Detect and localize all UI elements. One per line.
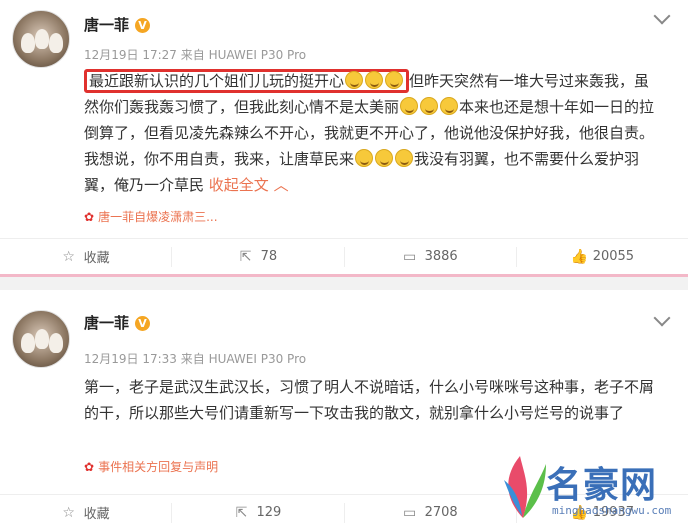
avatar-face [21, 333, 35, 353]
verified-badge-icon: V [135, 316, 151, 331]
topic-link[interactable]: ✿ 唐一菲自爆凌潇肃三... [84, 208, 218, 225]
grin-emoji-icon [400, 97, 419, 115]
share-icon: ⇱ [235, 504, 248, 521]
author-name-text: 唐一菲 [84, 16, 130, 34]
comment-count: 3886 [424, 249, 458, 264]
collect-button[interactable]: ☆ 收藏 [0, 502, 173, 523]
repost-button[interactable]: ⇱ 129 [172, 502, 345, 523]
star-icon: ☆ [62, 248, 75, 265]
collect-button[interactable]: ☆ 收藏 [0, 246, 173, 267]
avatar-face [35, 329, 49, 349]
post-separator [0, 274, 688, 290]
comment-button[interactable]: ▭ 3886 [345, 246, 517, 267]
chevron-down-icon[interactable] [653, 309, 671, 327]
topic-flower-icon: ✿ [84, 460, 95, 474]
thumbs-up-icon: 👍 [570, 248, 589, 265]
avatar[interactable] [12, 310, 70, 368]
post-meta: 12月19日 17:27 来自 HUAWEI P30 Pro [84, 48, 307, 62]
repost-button[interactable]: ⇱ 78 [172, 246, 345, 267]
chevron-down-icon[interactable] [653, 7, 671, 25]
topic-link[interactable]: ✿ 事件相关方回复与声明 [84, 458, 218, 475]
topic-flower-icon: ✿ [84, 210, 95, 224]
like-count: 20055 [592, 249, 635, 264]
like-button[interactable]: 👍 20055 [517, 247, 688, 267]
avatar[interactable] [12, 10, 70, 68]
weibo-post-1: 唐一菲 V 12月19日 17:27 来自 HUAWEI P30 Pro 最近跟新… [0, 0, 688, 274]
highlighted-text-content: 最近跟新认识的几个姐们儿玩的挺开心 [89, 72, 345, 90]
avatar-face [21, 33, 35, 53]
topic-text: 事件相关方回复与声明 [98, 460, 219, 474]
author-name-text: 唐一菲 [84, 314, 130, 332]
grin-emoji-icon [365, 71, 384, 89]
grin-emoji-icon [395, 149, 414, 167]
grin-emoji-icon [355, 149, 374, 167]
repost-count: 78 [260, 249, 278, 264]
star-icon: ☆ [62, 504, 75, 521]
comment-icon: ▭ [402, 504, 417, 521]
share-icon: ⇱ [239, 248, 252, 265]
grin-emoji-icon [375, 149, 394, 167]
comment-icon: ▭ [402, 248, 417, 265]
author-name[interactable]: 唐一菲 V [84, 14, 151, 35]
collapse-link[interactable]: 收起全文 ︿ [209, 176, 289, 194]
repost-count: 129 [256, 505, 282, 520]
comment-button[interactable]: ▭ 2708 [345, 502, 517, 523]
collect-label: 收藏 [83, 507, 110, 522]
avatar-face [49, 333, 63, 353]
comment-count: 2708 [424, 505, 458, 520]
avatar-face [49, 33, 63, 53]
grin-emoji-icon [440, 97, 459, 115]
grin-emoji-icon [385, 71, 404, 89]
collect-label: 收藏 [83, 251, 110, 266]
topic-text: 唐一菲自爆凌潇肃三... [98, 210, 218, 224]
author-name[interactable]: 唐一菲 V [84, 312, 151, 333]
watermark-url: minghaoshangwu.com [552, 504, 672, 517]
collapse-link-text: 收起全文 [208, 176, 269, 194]
highlighted-text: 最近跟新认识的几个姐们儿玩的挺开心 [84, 69, 410, 93]
grin-emoji-icon [420, 97, 439, 115]
avatar-face [35, 29, 49, 49]
grin-emoji-icon [345, 71, 364, 89]
leaf-logo-icon [504, 456, 546, 518]
action-bar: ☆ 收藏 ⇱ 78 ▭ 3886 👍 20055 [0, 238, 688, 274]
post-text: 第一，老子是武汉生武汉长，习惯了明人不说暗话，什么小号咪咪号这种事，老子不屑的干… [84, 378, 655, 422]
watermark-title: 名豪网 [546, 465, 658, 506]
post-meta: 12月19日 17:33 来自 HUAWEI P30 Pro [84, 352, 307, 366]
post-text: 最近跟新认识的几个姐们儿玩的挺开心 但昨天突然有一堆大号过来轰我，虽然你们轰我轰习… [84, 68, 664, 198]
verified-badge-icon: V [135, 18, 151, 33]
site-watermark: 名豪网 minghaoshangwu.com [498, 444, 672, 526]
